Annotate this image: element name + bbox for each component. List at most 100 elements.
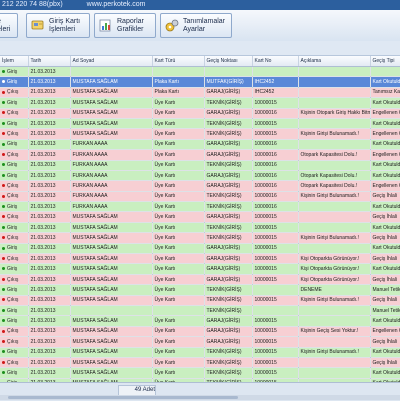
- row-aciklama: Otopark Kapasitesi Dolu.!: [298, 150, 370, 160]
- table-row[interactable]: Çıkış21.03.2013MUSTAFA SAĞLAMÜye KartıGA…: [0, 326, 400, 336]
- row-ad-soyad: MUSTAFA SAĞLAM: [70, 295, 152, 305]
- row-kart-no: [252, 67, 298, 77]
- table-row[interactable]: Giriş21.03.2013MUSTAFA SAĞLAMÜye KartıGA…: [0, 316, 400, 326]
- row-islem-label: Giriş: [7, 318, 17, 324]
- table-row[interactable]: Giriş21.03.2013MUSTAFA SAĞLAMPlaka Kartı…: [0, 77, 400, 87]
- toolbar-button-first[interactable]: e eleri: [0, 13, 18, 38]
- table-row[interactable]: Giriş21.03.2013MUSTAFA SAĞLAMÜye KartıGA…: [0, 264, 400, 274]
- row-tarih: 21.03.2013: [28, 170, 70, 180]
- row-gecis-tipi: Kart Okutuldu: [370, 202, 400, 212]
- row-kart-turu: Üye Kartı: [152, 139, 204, 149]
- row-islem-label: Çıkış: [7, 339, 18, 345]
- table-row[interactable]: Çıkış21.03.2013MUSTAFA SAĞLAMÜye KartıGA…: [0, 254, 400, 264]
- table-row[interactable]: Çıkış21.03.2013MUSTAFA SAĞLAMÜye KartıTE…: [0, 357, 400, 367]
- row-gecis-noktasi: GARAJ(GİRİŞ): [204, 108, 252, 118]
- status-footer: 49 Adet: [0, 382, 400, 401]
- table-row[interactable]: Giriş21.03.2013FURKAN AAAAÜye KartıTEKNİ…: [0, 202, 400, 212]
- table-row[interactable]: Çıkış21.03.2013MUSTAFA SAĞLAMPlaka Kartı…: [0, 87, 400, 97]
- row-ad-soyad: MUSTAFA SAĞLAM: [70, 77, 152, 87]
- row-gecis-noktasi: TEKNİK(GİRİŞ): [204, 191, 252, 201]
- status-dot-icon: [2, 267, 5, 270]
- row-aciklama: [298, 243, 370, 253]
- row-tarih: 21.03.2013: [28, 129, 70, 139]
- row-aciklama: Kişinin Otopark Giriş Hakkı Bitmiştir.: [298, 108, 370, 118]
- column-header-gecis-noktasi[interactable]: Geçiş Noktası: [204, 56, 252, 67]
- horizontal-scrollbar[interactable]: [0, 395, 400, 400]
- table-row[interactable]: Çıkış21.03.2013MUSTAFA SAĞLAMÜye KartıGA…: [0, 337, 400, 347]
- table-row[interactable]: Giriş21.03.2013MUSTAFA SAĞLAMÜye KartıTE…: [0, 347, 400, 357]
- row-aciklama: Kişinin Girişi Bulunamadı.!: [298, 129, 370, 139]
- row-kart-no: 10000016: [252, 181, 298, 191]
- status-dot-icon: [2, 298, 5, 301]
- row-tarih: 21.03.2013: [28, 264, 70, 274]
- column-header-ad-soyad[interactable]: Ad Soyad: [70, 56, 152, 67]
- row-kart-no: 10000016: [252, 170, 298, 180]
- row-gecis-tipi: Engellenen Geç: [370, 129, 400, 139]
- definitions-settings-button[interactable]: Tanımlamalar Ayarlar: [160, 13, 232, 38]
- table-row[interactable]: Giriş21.03.2013FURKAN AAAAÜye KartıGARAJ…: [0, 139, 400, 149]
- row-gecis-tipi: Kart Okutuldu: [370, 243, 400, 253]
- row-ad-soyad: [70, 67, 152, 77]
- status-dot-icon: [2, 163, 5, 166]
- column-header-islem[interactable]: İşlem: [0, 56, 28, 67]
- row-gecis-noktasi: GARAJ(GİRİŞ): [204, 316, 252, 326]
- row-gecis-noktasi: TEKNİK(GİRİŞ): [204, 233, 252, 243]
- row-tarih: 21.03.2013: [28, 326, 70, 336]
- row-islem: Çıkış: [0, 129, 28, 139]
- status-dot-icon: [2, 80, 5, 83]
- column-header-aciklama[interactable]: Açıklama: [298, 56, 370, 67]
- table-row[interactable]: Çıkış21.03.2013MUSTAFA SAĞLAMÜye KartıTE…: [0, 233, 400, 243]
- row-gecis-noktasi: MUTFAK(GİRİŞ): [204, 77, 252, 87]
- row-ad-soyad: MUSTAFA SAĞLAM: [70, 129, 152, 139]
- status-dot-icon: [2, 184, 5, 187]
- scrollbar-thumb[interactable]: [8, 396, 238, 399]
- row-tarih: 21.03.2013: [28, 337, 70, 347]
- row-tarih: 21.03.2013: [28, 87, 70, 97]
- table-row[interactable]: Çıkış21.03.2013MUSTAFA SAĞLAMÜye KartıTE…: [0, 129, 400, 139]
- row-ad-soyad: MUSTAFA SAĞLAM: [70, 212, 152, 222]
- reports-charts-button[interactable]: Raporlar Grafikler: [94, 13, 156, 38]
- row-gecis-tipi: Kart Okutuldu: [370, 316, 400, 326]
- table-row[interactable]: Giriş21.03.2013FURKAN AAAAÜye KartıGARAJ…: [0, 170, 400, 180]
- card-operations-button[interactable]: Giriş Kartı İşlemleri: [26, 13, 90, 38]
- column-header-kart-no[interactable]: Kart No: [252, 56, 298, 67]
- row-ad-soyad: MUSTAFA SAĞLAM: [70, 337, 152, 347]
- column-header-kart-turu[interactable]: Kart Türü: [152, 56, 204, 67]
- table-row[interactable]: Çıkış21.03.2013MUSTAFA SAĞLAMÜye KartıTE…: [0, 295, 400, 305]
- row-islem-label: Giriş: [7, 308, 17, 314]
- row-aciklama: Kişinin Girişi Bulunamadı.!: [298, 233, 370, 243]
- table-row[interactable]: Çıkış21.03.2013MUSTAFA SAĞLAMÜye KartıGA…: [0, 212, 400, 222]
- table-row[interactable]: Giriş21.03.2013MUSTAFA SAĞLAMÜye KartıTE…: [0, 285, 400, 295]
- table-row[interactable]: Çıkış21.03.2013MUSTAFA SAĞLAMÜye KartıGA…: [0, 108, 400, 118]
- table-row[interactable]: Giriş21.03.2013MUSTAFA SAĞLAMÜye KartıTE…: [0, 368, 400, 378]
- row-gecis-tipi: Kart Okutuldu: [370, 347, 400, 357]
- row-islem-label: Giriş: [7, 204, 17, 210]
- row-gecis-tipi: Geçiş İhlali: [370, 337, 400, 347]
- status-dot-icon: [2, 288, 5, 291]
- row-kart-no: IHC2452: [252, 77, 298, 87]
- table-row[interactable]: Çıkış21.03.2013FURKAN AAAAÜye KartıTEKNİ…: [0, 191, 400, 201]
- row-kart-turu: Üye Kartı: [152, 181, 204, 191]
- table-row[interactable]: Giriş21.03.2013MUSTAFA SAĞLAMÜye KartıTE…: [0, 222, 400, 232]
- table-row[interactable]: Giriş21.03.2013TEKNİK(GİRİŞ)Manuel Tetik…: [0, 305, 400, 315]
- table-row[interactable]: Çıkış21.03.2013MUSTAFA SAĞLAMÜye KartıGA…: [0, 274, 400, 284]
- column-header-gecis-tipi[interactable]: Geçiş Tipi: [370, 56, 400, 67]
- table-row[interactable]: Çıkış21.03.2013FURKAN AAAAÜye KartıGARAJ…: [0, 181, 400, 191]
- table-row[interactable]: Çıkış21.03.2013FURKAN AAAAÜye KartıGARAJ…: [0, 150, 400, 160]
- row-gecis-noktasi: GARAJ(GİRİŞ): [204, 243, 252, 253]
- reports-charts-label: Raporlar Grafikler: [117, 18, 144, 34]
- table-row[interactable]: Giriş21.03.2013: [0, 67, 400, 77]
- row-gecis-tipi: Geçiş İhlali: [370, 212, 400, 222]
- row-islem-label: Çıkış: [7, 256, 18, 262]
- status-dot-icon: [2, 371, 5, 374]
- table-row[interactable]: Giriş21.03.2013FURKAN AAAAÜye KartıTEKNİ…: [0, 160, 400, 170]
- column-header-tarih[interactable]: Tarih: [28, 56, 70, 67]
- row-ad-soyad: MUSTAFA SAĞLAM: [70, 222, 152, 232]
- row-kart-no: 10000015: [252, 129, 298, 139]
- row-tarih: 21.03.2013: [28, 150, 70, 160]
- table-row[interactable]: Giriş21.03.2013MUSTAFA SAĞLAMÜye KartıGA…: [0, 243, 400, 253]
- table-row[interactable]: Giriş21.03.2013MUSTAFA SAĞLAMÜye KartıTE…: [0, 98, 400, 108]
- row-aciklama: Otopark Kapasitesi Dolu.!: [298, 170, 370, 180]
- row-islem-label: Giriş: [7, 266, 17, 272]
- table-row[interactable]: Giriş21.03.2013MUSTAFA SAĞLAMÜye KartıTE…: [0, 118, 400, 128]
